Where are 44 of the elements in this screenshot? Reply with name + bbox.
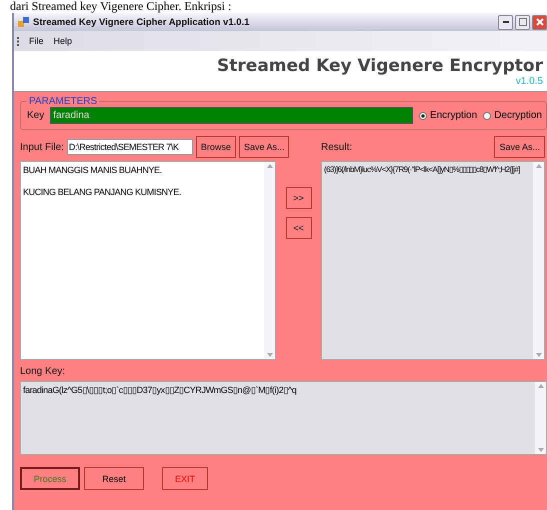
result-text-area[interactable]: (63)]6(/lnbM}luc%V<X}{7R9(·"lP<lk<A[]yN▯%▯▯▯▯▯c8▯W'l^;H2{[j#] bbox=[321, 161, 545, 360]
menu-item[interactable]: File bbox=[29, 36, 44, 46]
long-key-label: Long Key: bbox=[20, 366, 66, 377]
app-icon bbox=[18, 16, 29, 28]
transfer-button[interactable]: >> bbox=[286, 187, 312, 209]
maximize-button[interactable] bbox=[515, 14, 530, 30]
caption-text: dari Streamed key Vigenere Cipher. Enkripsi : bbox=[9, 0, 232, 13]
file-path-field[interactable]: D:\Restricted\SEMESTER 7\K bbox=[66, 139, 193, 155]
save-as-button[interactable]: Save As... bbox=[494, 136, 545, 158]
scroll-up-icon bbox=[266, 164, 272, 168]
close-button[interactable] bbox=[532, 14, 547, 30]
file-button[interactable]: Save As... bbox=[238, 136, 290, 158]
input-text-line: KUCING BELANG PANJANG KUMISNYE. bbox=[23, 187, 182, 197]
close-icon bbox=[536, 18, 544, 26]
long-key-text: faradinaG(lz^G5▯\▯▯▯t;o▯`c▯▯▯D37▯yx▯▯Z▯CYRJWmGS▯n@▯`M▯f(i)2▯^q bbox=[23, 385, 298, 395]
menu-item[interactable]: Help bbox=[54, 36, 72, 46]
scroll-up-icon bbox=[536, 164, 542, 168]
group-title: PARAMETERS bbox=[28, 96, 98, 107]
minimize-icon bbox=[502, 21, 508, 23]
scroll-down-icon bbox=[536, 353, 542, 357]
scroll-down-icon bbox=[266, 353, 272, 357]
app-heading: Streamed Key Vigenere Encryptor bbox=[217, 56, 543, 76]
result-text: (63)]6(/lnbM}luc%V<X}{7R9(·"lP<lk<A[]yN▯%▯▯▯▯▯c8▯W'l^;H2{[j#] bbox=[324, 165, 521, 174]
window-title: Streamed Key Vignere Cipher Application v1.0.1 bbox=[33, 16, 250, 28]
input-text-line: BUAH MANGGIS MANIS BUAHNYE. bbox=[23, 165, 163, 175]
result-label: Result: bbox=[321, 142, 352, 152]
transfer-button[interactable]: << bbox=[286, 217, 312, 239]
scroll-down-icon bbox=[538, 448, 544, 452]
mode-radio[interactable]: Decryption bbox=[483, 110, 542, 121]
key-field[interactable]: faradina bbox=[50, 107, 413, 124]
scrollbar[interactable] bbox=[535, 382, 546, 454]
input-text-area[interactable]: BUAH MANGGIS MANIS BUAHNYE. KUCING BELANG PANJANG KUMISNYE. bbox=[20, 161, 276, 360]
scroll-up-icon bbox=[538, 384, 544, 388]
mode-radio[interactable]: Encryption bbox=[418, 110, 478, 121]
scrollbar[interactable] bbox=[533, 162, 544, 359]
scrollbar[interactable] bbox=[264, 162, 275, 359]
key-label: Key bbox=[27, 110, 44, 121]
version-text: v1.0.5 bbox=[516, 76, 543, 87]
maximize-icon bbox=[518, 18, 526, 26]
action-button[interactable]: Reset bbox=[84, 467, 144, 490]
minimize-button[interactable] bbox=[498, 14, 513, 30]
file-button[interactable]: Browse bbox=[196, 136, 236, 158]
input-file-label: Input File: bbox=[20, 142, 64, 152]
long-key-area[interactable]: faradinaG(lz^G5▯\▯▯▯t;o▯`c▯▯▯D37▯yx▯▯Z▯CYRJWmGS▯n@▯`M▯f(i)2▯^q bbox=[20, 381, 547, 455]
